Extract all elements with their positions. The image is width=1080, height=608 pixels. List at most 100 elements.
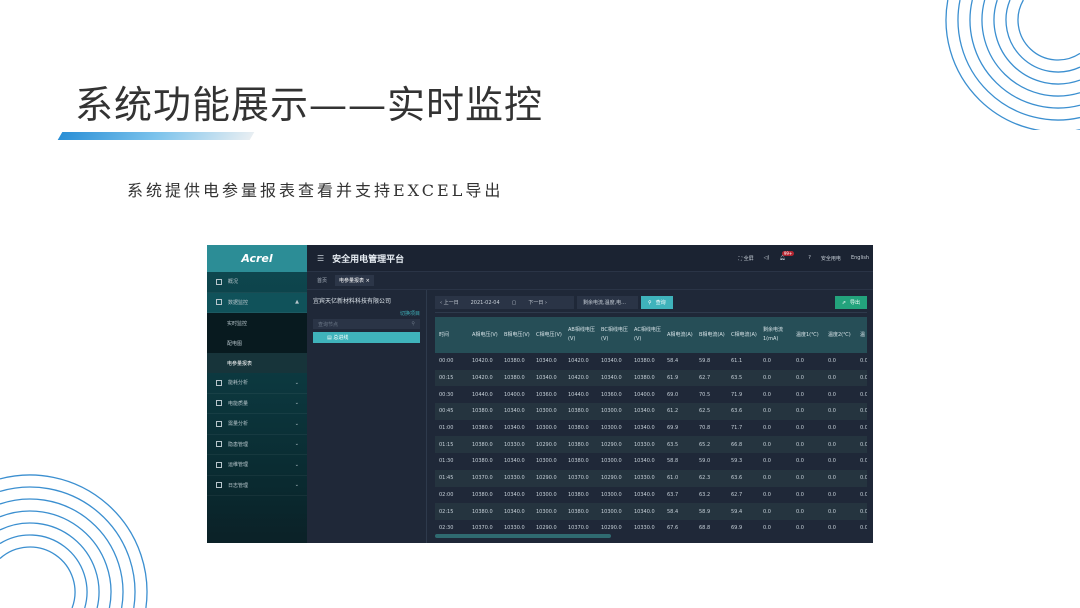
table-cell: 10380.0 [564, 487, 597, 504]
table-cell: 10290.0 [532, 470, 564, 487]
date-picker: ‹ 上一日 2021-02-04 ▢ 下一日 › [435, 296, 574, 309]
table-cell: 0.0 [824, 370, 856, 387]
parameter-select[interactable]: 剩余电流,温度,电... [577, 296, 638, 309]
table-cell: 0.0 [792, 370, 824, 387]
table-cell: 59.0 [695, 453, 727, 470]
user-menu[interactable]: 安全用电 [821, 255, 841, 262]
column-header: AC相线电压(V) [630, 317, 663, 353]
date-input[interactable]: 2021-02-04 [471, 300, 500, 306]
sidebar-item[interactable]: 能耗分析 ⌄ [207, 373, 307, 394]
tab-home[interactable]: 首页 [313, 275, 331, 286]
title-accent-bar [58, 132, 255, 140]
sidebar-item-label: 运维管理 [228, 461, 248, 468]
export-button[interactable]: ⇗导出 [835, 296, 867, 309]
table-cell: 0.0 [856, 503, 867, 520]
column-header: C相电压(V) [532, 317, 564, 353]
warning-icon [216, 441, 222, 447]
table-cell: 0.0 [759, 403, 792, 420]
table-cell: 10380.0 [564, 503, 597, 520]
sidebar-subitem[interactable]: 实时监控 [207, 313, 307, 333]
next-day-label: 下一日 [528, 300, 543, 306]
sidebar-item[interactable]: 日志管理⌄ [207, 476, 307, 497]
close-icon[interactable]: × [366, 278, 370, 284]
query-button[interactable]: ⚲查询 [641, 296, 673, 309]
sidebar-item[interactable]: 电能质量⌄ [207, 394, 307, 415]
table-cell: 10300.0 [597, 453, 630, 470]
arc [1006, 0, 1080, 72]
divider [435, 312, 867, 313]
table-cell: 10380.0 [564, 420, 597, 437]
demand-icon [216, 421, 222, 427]
table-cell: 0.0 [856, 436, 867, 453]
table-cell: 01:15 [435, 436, 468, 453]
table-cell: 10440.0 [564, 386, 597, 403]
table-cell: 0.0 [856, 403, 867, 420]
prev-day-button[interactable]: ‹ 上一日 [440, 299, 459, 306]
monitor-icon [216, 299, 222, 305]
table-cell: 10420.0 [564, 353, 597, 370]
table-row: 01:4510370.010330.010290.010370.010290.0… [435, 470, 867, 487]
table-cell: 0.0 [759, 420, 792, 437]
node-search-input[interactable]: 查询节点⚲ [313, 319, 420, 329]
table-cell: 66.8 [727, 436, 759, 453]
sidebar-item[interactable]: 需量分析⌄ [207, 414, 307, 435]
table-cell: 0.0 [792, 520, 824, 537]
maintenance-icon [216, 462, 222, 468]
chevron-down-icon: ⌄ [295, 380, 299, 386]
table-cell: 61.0 [663, 470, 695, 487]
table-cell: 0.0 [824, 487, 856, 504]
export-icon: ⇗ [842, 300, 846, 306]
node-tree-panel: 宜宾天亿新材料科技有限公司 切换项目 查询节点⚲ ▤ 总进线 [307, 290, 427, 543]
table-cell: 10340.0 [630, 487, 663, 504]
table-cell: 0.0 [824, 420, 856, 437]
toolbar: ‹ 上一日 2021-02-04 ▢ 下一日 › 剩余电流,温度,电... ⚲查… [435, 296, 867, 309]
logo: Acrel [207, 245, 307, 272]
tab-bar: 首页 电参量报表 × [307, 272, 873, 290]
table-cell: 10340.0 [532, 353, 564, 370]
table-cell: 10330.0 [630, 436, 663, 453]
table-cell: 10380.0 [468, 403, 500, 420]
table-cell: 61.2 [663, 403, 695, 420]
table-cell: 0.0 [824, 353, 856, 370]
table-cell: 0.0 [759, 520, 792, 537]
sidebar-subitem[interactable]: 配电图 [207, 333, 307, 353]
table-cell: 58.9 [695, 503, 727, 520]
sidebar-subitem[interactable]: 电参量报表 [207, 353, 307, 373]
next-day-button[interactable]: 下一日 › [528, 299, 547, 306]
sidebar-item[interactable]: 隐患管理⌄ [207, 435, 307, 456]
table-cell: 58.8 [663, 453, 695, 470]
tree-node[interactable]: ▤ 总进线 [313, 332, 420, 343]
sidebar-item[interactable]: 运维管理⌄ [207, 455, 307, 476]
bell-icon[interactable]: 🔔︎99+ [779, 255, 798, 261]
sidebar-item[interactable]: 数据监控▲ [207, 293, 307, 314]
sidebar-item-label: 能耗分析 [228, 379, 248, 386]
table-cell: 10340.0 [532, 370, 564, 387]
table-cell: 10330.0 [500, 436, 532, 453]
table-row: 00:3010440.010400.010360.010440.010360.0… [435, 386, 867, 403]
switch-project-link[interactable]: 切换项目 [313, 310, 420, 317]
table-cell: 10290.0 [532, 436, 564, 453]
table-cell: 10340.0 [630, 453, 663, 470]
table-cell: 01:00 [435, 420, 468, 437]
help-icon[interactable]: ? [808, 255, 811, 261]
table-cell: 10290.0 [597, 436, 630, 453]
horizontal-scrollbar[interactable] [435, 534, 611, 538]
table-cell: 10380.0 [468, 503, 500, 520]
table-cell: 10340.0 [630, 503, 663, 520]
table-cell: 10380.0 [468, 453, 500, 470]
table-cell: 00:15 [435, 370, 468, 387]
sidebar-item[interactable]: 概况 [207, 272, 307, 293]
chevron-down-icon: ⌄ [295, 421, 299, 427]
language-switch[interactable]: English [851, 255, 869, 261]
fullscreen-button[interactable]: ⛶ 全屏 [739, 255, 754, 262]
menu-toggle-icon[interactable]: ☰ [317, 254, 324, 263]
calendar-icon[interactable]: ▢ [512, 300, 517, 306]
sound-icon[interactable]: ◁) [764, 255, 770, 261]
table-cell: 10340.0 [500, 453, 532, 470]
table-cell: 71.7 [727, 420, 759, 437]
table-cell: 02:15 [435, 503, 468, 520]
tab-report[interactable]: 电参量报表 × [335, 275, 374, 286]
table-cell: 0.0 [792, 353, 824, 370]
log-icon [216, 482, 222, 488]
arc [982, 0, 1080, 96]
